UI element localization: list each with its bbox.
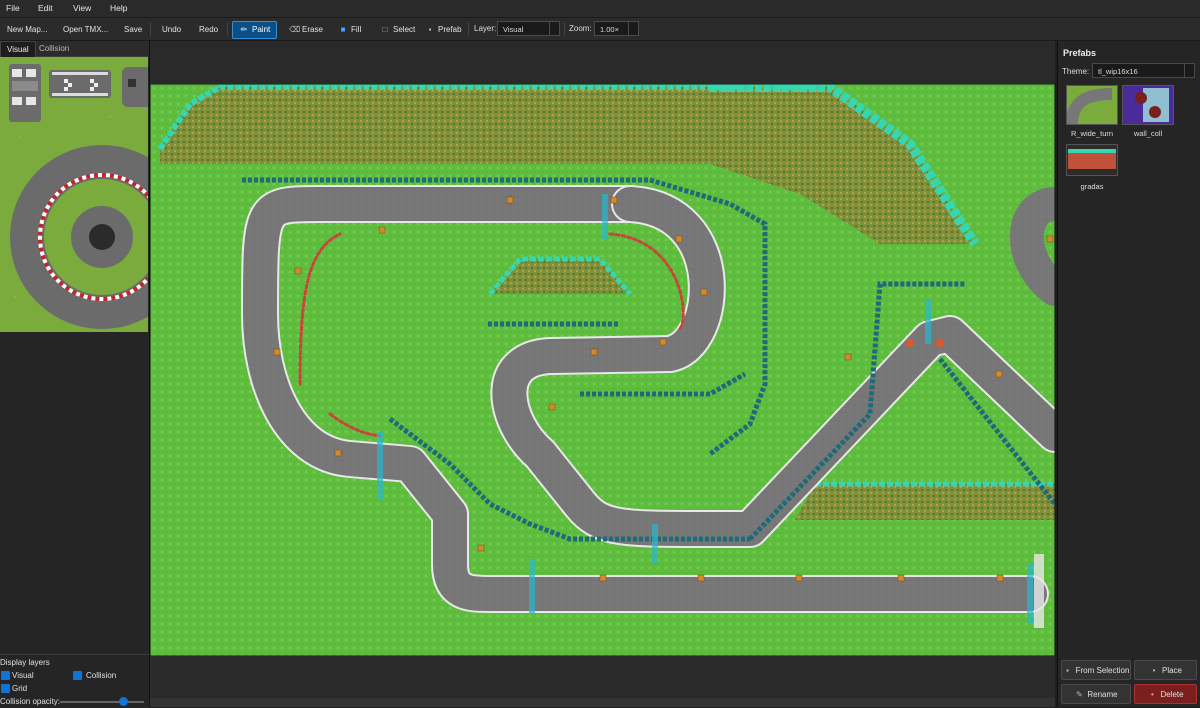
theme-select[interactable]: tl_wip16x16 [1092,63,1195,78]
collision-layer-label: Collision [86,671,117,680]
tileset-panel: Visual Collision Display layers Visual C… [0,41,150,708]
prefab-thumbnail-image [1067,86,1117,124]
eraser-icon: ⌫ [289,25,301,34]
fill-label: Fill [351,25,362,34]
prefab-gradas[interactable]: gradas [1066,144,1118,191]
toolbar-separator [150,22,151,36]
grid-layer-label: Grid [12,684,28,693]
menu-view[interactable]: View [73,3,91,13]
prefab-name: wall_coll [1133,129,1163,138]
paint-tool-button[interactable]: ✏ Paint [232,21,278,39]
prefab-thumbnail-image [1067,145,1117,175]
grid-layer-checkbox[interactable] [1,684,10,693]
layer-select[interactable]: Visual [497,21,560,36]
rename-icon: ✎ [1076,690,1083,699]
fill-bucket-icon: ■ [340,25,346,34]
toolbar-separator [564,22,565,36]
from-selection-label: From Selection [1075,666,1130,675]
place-icon: • [1152,666,1156,675]
theme-label: Theme: [1062,67,1090,76]
rename-label: Rename [1087,690,1118,699]
tile-palette[interactable] [0,57,148,332]
tab-visual[interactable]: Visual [0,41,36,57]
redo-button[interactable]: Redo [192,21,225,39]
collision-layer-checkbox[interactable] [73,671,82,680]
new-map-button[interactable]: New Map... [0,21,54,39]
chevron-down-icon [1184,64,1194,77]
place-label: Place [1161,666,1182,675]
menu-bar: File Edit View Help [0,0,1200,18]
place-button[interactable]: • Place [1134,660,1197,680]
select-label: Select [393,25,416,34]
menu-file[interactable]: File [6,3,20,13]
prefab-label: Prefab [438,25,462,34]
undo-button[interactable]: Undo [155,21,188,39]
toolbar: New Map... Open TMX... Save Undo Redo ✏ P… [0,18,1200,41]
zoom-value: 1.00× [600,25,619,34]
delete-button[interactable]: • Delete [1134,684,1197,704]
zoom-label: Zoom: [569,24,592,33]
prefab-thumbnail [1066,85,1118,125]
theme-value: tl_wip16x16 [1098,67,1138,76]
prefab-name: R_wide_turn [1070,129,1114,138]
display-layers-title: Display layers [0,658,50,667]
open-tmx-button[interactable]: Open TMX... [56,21,115,39]
menu-edit[interactable]: Edit [38,3,53,13]
rename-button[interactable]: ✎ Rename [1061,684,1131,704]
display-layers: Display layers Visual Collision Grid Col… [0,654,149,708]
layer-label: Layer: [474,24,497,33]
horizontal-scrollbar[interactable] [150,698,1055,707]
from-selection-button[interactable]: ▪ From Selection [1061,660,1131,680]
fill-tool-button[interactable]: ■ Fill [331,21,368,39]
prefab-thumbnail [1122,85,1174,125]
prefab-icon: ▪ [428,25,432,34]
toolbar-separator [227,22,228,36]
chevron-down-icon [549,22,559,35]
prefab-thumbnail [1066,144,1118,176]
prefab-wall-coll[interactable]: wall_coll [1122,85,1174,138]
prefab-tool-button[interactable]: ▪ Prefab [418,21,469,39]
erase-label: Erase [302,25,323,34]
tab-collision[interactable]: Collision [33,41,75,56]
visual-layer-label: Visual [12,671,34,680]
paint-label: Paint [252,25,271,34]
select-tool-button[interactable]: □ Select [373,21,422,39]
prefab-r-wide-turn[interactable]: R_wide_turn [1066,85,1118,138]
add-icon: ▪ [1066,666,1070,675]
collision-opacity-label: Collision opacity: [0,697,61,706]
slider-handle[interactable] [119,697,128,706]
prefabs-title: Prefabs [1063,48,1097,58]
prefab-thumbnail-image [1123,86,1173,124]
tileset-image[interactable] [0,57,148,332]
spin-arrows-icon [628,22,638,35]
save-button[interactable]: Save [117,21,149,39]
visual-layer-checkbox[interactable] [1,671,10,680]
paint-brush-icon: ✏ [240,25,248,34]
tileset-tabs: Visual Collision [0,41,149,57]
erase-tool-button[interactable]: ⌫ Erase [282,21,330,39]
menu-help[interactable]: Help [110,3,127,13]
layer-value: Visual [503,25,524,34]
toolbar-separator [468,22,469,36]
map-canvas-area[interactable] [150,41,1055,707]
delete-icon: • [1151,690,1154,699]
select-icon: □ [382,25,388,34]
collision-opacity-slider[interactable] [60,701,144,703]
map-canvas[interactable] [150,84,1055,656]
zoom-spinbox[interactable]: 1.00× [594,21,639,36]
prefabs-panel: Prefabs Theme: tl_wip16x16 R_wide_turn w… [1057,41,1200,707]
prefab-name: gradas [1080,182,1104,191]
delete-label: Delete [1160,690,1184,699]
